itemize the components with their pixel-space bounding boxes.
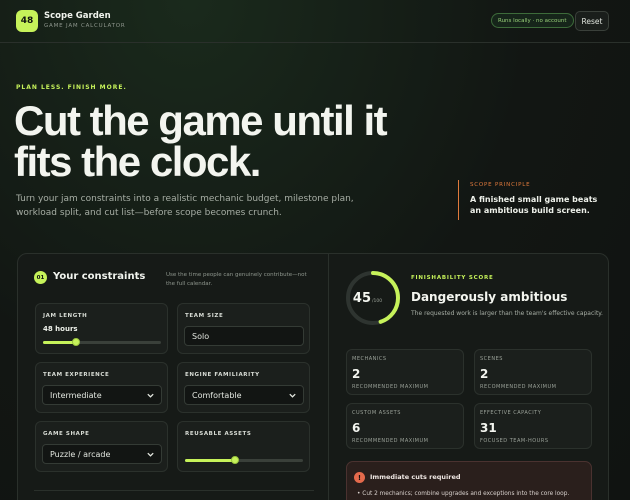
- engine-familiarity-field: ENGINE FAMILIARITY Comfortable: [177, 362, 310, 413]
- team-size-label: TEAM SIZE: [185, 313, 224, 319]
- app-subtitle: GAME JAM CALCULATOR: [44, 23, 126, 29]
- chevron-down-icon: [289, 393, 296, 398]
- stat-label: CUSTOM ASSETS: [352, 410, 401, 416]
- principle-text: A finished small game beats an ambitious…: [470, 195, 598, 215]
- stat-label: SCENES: [480, 356, 503, 362]
- stat-card-custom-assets: CUSTOM ASSETS 6 RECOMMENDED MAXIMUM: [346, 403, 464, 449]
- jam-length-value: 48 hours: [43, 325, 78, 333]
- chevron-down-icon: [147, 393, 154, 398]
- panel-divider: [328, 254, 329, 500]
- stat-sub: RECOMMENDED MAXIMUM: [352, 384, 429, 390]
- stat-value: 31: [480, 421, 497, 435]
- stat-label: EFFECTIVE CAPACITY: [480, 410, 542, 416]
- hero-headline-line1: Cut the game until it: [14, 97, 388, 144]
- score-max: /100: [372, 298, 382, 304]
- step-badge: 01: [34, 271, 47, 284]
- reset-button[interactable]: Reset: [575, 11, 609, 31]
- jam-length-field: JAM LENGTH 48 hours: [35, 303, 168, 354]
- score-value: 45: [353, 291, 371, 306]
- calculator-panel: 01 Your constraints Use the time people …: [17, 253, 609, 500]
- alert-item-text: Cut 2 mechanics; combine upgrades and ex…: [362, 491, 570, 497]
- game-shape-value: Puzzle / arcade: [50, 449, 111, 459]
- stat-card-mechanics: MECHANICS 2 RECOMMENDED MAXIMUM: [346, 349, 464, 395]
- stat-card-scenes: SCENES 2 RECOMMENDED MAXIMUM: [474, 349, 592, 395]
- team-size-field: TEAM SIZE Solo: [177, 303, 310, 354]
- reusable-assets-slider[interactable]: [185, 456, 303, 464]
- stat-sub: RECOMMENDED MAXIMUM: [480, 384, 557, 390]
- game-shape-label: GAME SHAPE: [43, 431, 90, 437]
- top-bar: 48 Scope Garden GAME JAM CALCULATOR Runs…: [0, 0, 630, 43]
- reusable-assets-field: REUSABLE ASSETS: [177, 421, 310, 472]
- stat-value: 2: [480, 367, 489, 381]
- constraints-bottom-divider: [34, 490, 314, 491]
- constraints-note: Use the time people can genuinely contri…: [166, 272, 307, 287]
- game-shape-select[interactable]: Puzzle / arcade: [42, 444, 162, 464]
- stat-label: MECHANICS: [352, 356, 387, 362]
- stat-value: 6: [352, 421, 361, 435]
- stat-card-effective-capacity: EFFECTIVE CAPACITY 31 FOCUSED TEAM-HOURS: [474, 403, 592, 449]
- scope-principle: SCOPE PRINCIPLE A finished small game be…: [458, 180, 608, 220]
- team-experience-label: TEAM EXPERIENCE: [43, 372, 110, 378]
- team-size-select[interactable]: Solo: [184, 326, 304, 346]
- hero-lede: Turn your jam constraints into a realist…: [16, 194, 354, 218]
- engine-familiarity-value: Comfortable: [192, 390, 242, 400]
- jam-length-label: JAM LENGTH: [43, 313, 88, 319]
- stat-sub: RECOMMENDED MAXIMUM: [352, 438, 429, 444]
- constraints-title: Your constraints: [53, 271, 146, 282]
- game-shape-field: GAME SHAPE Puzzle / arcade: [35, 421, 168, 472]
- score-label: FINISHABILITY SCORE: [411, 275, 494, 281]
- stat-value: 2: [352, 367, 361, 381]
- jam-length-slider-handle[interactable]: [72, 338, 81, 346]
- alert-list-item: • Cut 2 mechanics; combine upgrades and …: [357, 491, 570, 497]
- principle-label: SCOPE PRINCIPLE: [470, 182, 531, 188]
- reusable-assets-slider-fill: [185, 459, 235, 462]
- score-title: Dangerously ambitious: [411, 290, 568, 304]
- stat-sub: FOCUSED TEAM-HOURS: [480, 438, 549, 444]
- chevron-down-icon: [147, 452, 154, 457]
- alert-icon: !: [354, 472, 365, 483]
- reusable-assets-slider-handle[interactable]: [230, 456, 239, 464]
- team-size-value: Solo: [192, 331, 210, 341]
- score-description: The requested work is larger than the te…: [411, 310, 603, 317]
- hero-headline-line2: fits the clock.: [14, 138, 261, 185]
- engine-familiarity-select[interactable]: Comfortable: [184, 385, 304, 405]
- alert-title: Immediate cuts required: [370, 473, 461, 481]
- jam-length-slider[interactable]: [43, 338, 161, 346]
- engine-familiarity-label: ENGINE FAMILIARITY: [185, 372, 260, 378]
- status-badge: Runs locally · no account: [491, 13, 574, 28]
- team-experience-value: Intermediate: [50, 390, 102, 400]
- cuts-alert: ! Immediate cuts required • Cut 2 mechan…: [346, 461, 592, 500]
- app-name: Scope Garden: [44, 11, 111, 21]
- logo-badge: 48: [16, 10, 38, 32]
- team-experience-field: TEAM EXPERIENCE Intermediate: [35, 362, 168, 413]
- finishability-gauge: 45 /100: [346, 271, 400, 325]
- hero-headline: Cut the game until it fits the clock.: [14, 97, 434, 185]
- hero-eyebrow: PLAN LESS. FINISH MORE.: [16, 84, 127, 91]
- team-experience-select[interactable]: Intermediate: [42, 385, 162, 405]
- reusable-assets-label: REUSABLE ASSETS: [185, 431, 252, 437]
